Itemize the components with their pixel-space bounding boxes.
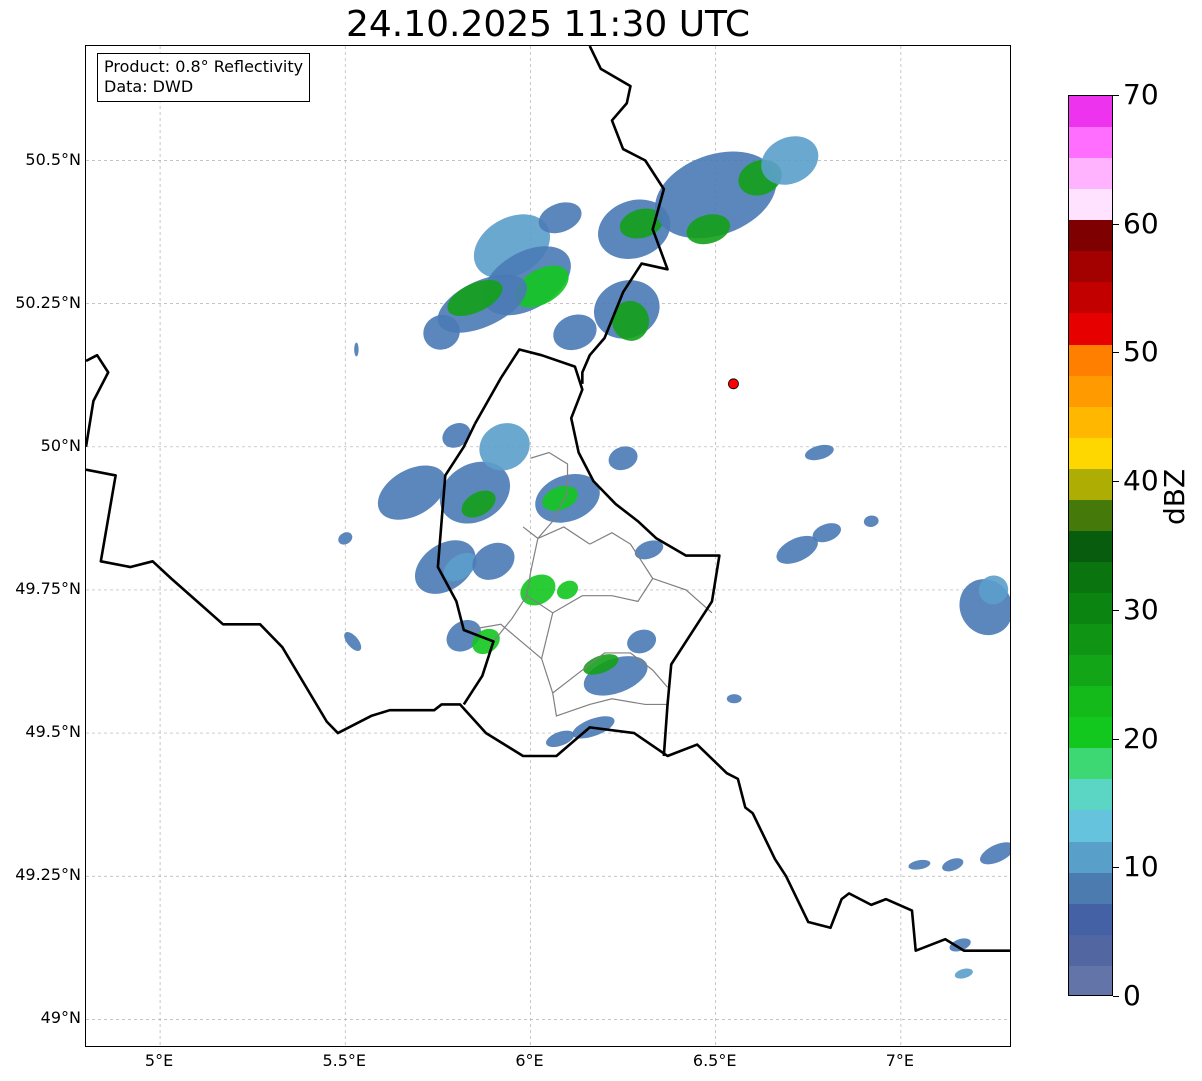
colorbar-segment xyxy=(1069,779,1112,811)
colorbar-tick-label: 70 xyxy=(1123,78,1159,111)
product-label: Product: 0.8° Reflectivity xyxy=(104,57,304,76)
lat-tick-label: 49.5°N xyxy=(25,722,81,742)
colorbar-segment xyxy=(1069,344,1112,376)
colorbar-tick-mark xyxy=(1113,95,1119,96)
colorbar-segment xyxy=(1069,468,1112,500)
region-boundary xyxy=(526,451,569,596)
radar-map[interactable] xyxy=(86,46,1011,1047)
radar-site-layer xyxy=(728,378,739,390)
colorbar-segment xyxy=(1069,686,1112,718)
country-border xyxy=(86,353,110,448)
colorbar-segment xyxy=(1069,903,1112,935)
colorbar-segment xyxy=(1069,561,1112,593)
radar-echo-cell xyxy=(804,444,834,461)
colorbar-segment xyxy=(1069,530,1112,562)
colorbar-segment xyxy=(1069,282,1112,314)
colorbar-tick-mark xyxy=(1113,352,1119,354)
colorbar-segment xyxy=(1069,437,1112,469)
colorbar-tick-mark xyxy=(1113,738,1119,740)
radar-echo-cell xyxy=(863,515,879,528)
colorbar xyxy=(1068,95,1113,996)
lat-tick-label: 50°N xyxy=(40,435,81,455)
data-source-label: Data: DWD xyxy=(104,77,194,96)
colorbar-segment xyxy=(1069,624,1112,656)
lon-tick-label: 7°E xyxy=(885,1051,915,1070)
radar-echo-cell xyxy=(354,342,359,357)
colorbar-segment xyxy=(1069,189,1112,221)
colorbar-segment xyxy=(1069,406,1112,438)
lat-tick-label: 49.25°N xyxy=(15,865,81,885)
colorbar-segment xyxy=(1069,810,1112,842)
radar-site-marker xyxy=(728,378,739,390)
colorbar-segment xyxy=(1069,499,1112,531)
colorbar-segment xyxy=(1069,748,1112,780)
gridlines xyxy=(86,46,1010,1046)
colorbar-tick-label: 20 xyxy=(1123,721,1159,755)
colorbar-tick-mark xyxy=(1113,223,1119,225)
colorbar-segment xyxy=(1069,220,1112,252)
lat-tick-label: 49°N xyxy=(40,1008,81,1028)
lon-tick-label: 5°E xyxy=(144,1051,174,1070)
colorbar-segment xyxy=(1069,313,1112,345)
radar-echo-cell xyxy=(954,968,973,979)
colorbar-segment xyxy=(1069,375,1112,407)
lat-tick-label: 50.5°N xyxy=(25,149,81,169)
colorbar-segment xyxy=(1069,158,1112,190)
map-title: 24.10.2025 11:30 UTC xyxy=(345,4,751,45)
colorbar-segment xyxy=(1069,872,1112,904)
lon-tick-label: 6°E xyxy=(515,1051,544,1070)
map-plot-area[interactable] xyxy=(85,45,1011,1047)
colorbar-tick-label: 60 xyxy=(1123,206,1159,240)
lat-tick-label: 50.25°N xyxy=(15,292,81,312)
colorbar-segment xyxy=(1069,717,1112,749)
colorbar-tick-mark xyxy=(1113,481,1119,483)
colorbar-segment xyxy=(1069,965,1112,995)
lon-tick-label: 5.5°E xyxy=(322,1051,367,1070)
radar-echo-cell xyxy=(726,694,742,704)
colorbar-tick-mark xyxy=(1113,867,1119,869)
radar-echo-cell xyxy=(608,446,638,471)
country-border xyxy=(86,468,1010,952)
colorbar-segment xyxy=(1069,841,1112,873)
radar-echo-cell xyxy=(545,730,575,748)
product-info-box: Product: 0.8° Reflectivity Data: DWD xyxy=(97,53,311,102)
colorbar-segment xyxy=(1069,96,1112,128)
region-boundary xyxy=(522,526,591,545)
colorbar-tick-label: 30 xyxy=(1123,592,1159,626)
radar-echoes xyxy=(338,136,1010,979)
radar-echo-cell xyxy=(942,858,964,872)
region-boundary xyxy=(492,595,528,642)
radar-echo-cell xyxy=(344,632,362,651)
radar-echo-cell xyxy=(520,574,556,606)
colorbar-segment xyxy=(1069,934,1112,966)
radar-echo-cell xyxy=(908,859,931,870)
colorbar-tick-label: 10 xyxy=(1123,850,1159,884)
lat-tick-label: 49.75°N xyxy=(15,578,81,598)
colorbar-label: dBZ xyxy=(1158,468,1191,525)
colorbar-segment xyxy=(1069,655,1112,687)
colorbar-segment xyxy=(1069,593,1112,625)
colorbar-tick-mark xyxy=(1113,996,1119,997)
radar-echo-cell xyxy=(980,842,1010,865)
colorbar-tick-label: 50 xyxy=(1123,335,1159,369)
colorbar-tick-label: 40 xyxy=(1123,464,1159,498)
colorbar-tick-label: 0 xyxy=(1123,979,1141,1012)
colorbar-tick-mark xyxy=(1113,609,1119,611)
lon-tick-label: 6.5°E xyxy=(692,1051,737,1070)
colorbar-segment xyxy=(1069,251,1112,283)
colorbar-segment xyxy=(1069,127,1112,159)
radar-echo-cell xyxy=(472,542,515,580)
